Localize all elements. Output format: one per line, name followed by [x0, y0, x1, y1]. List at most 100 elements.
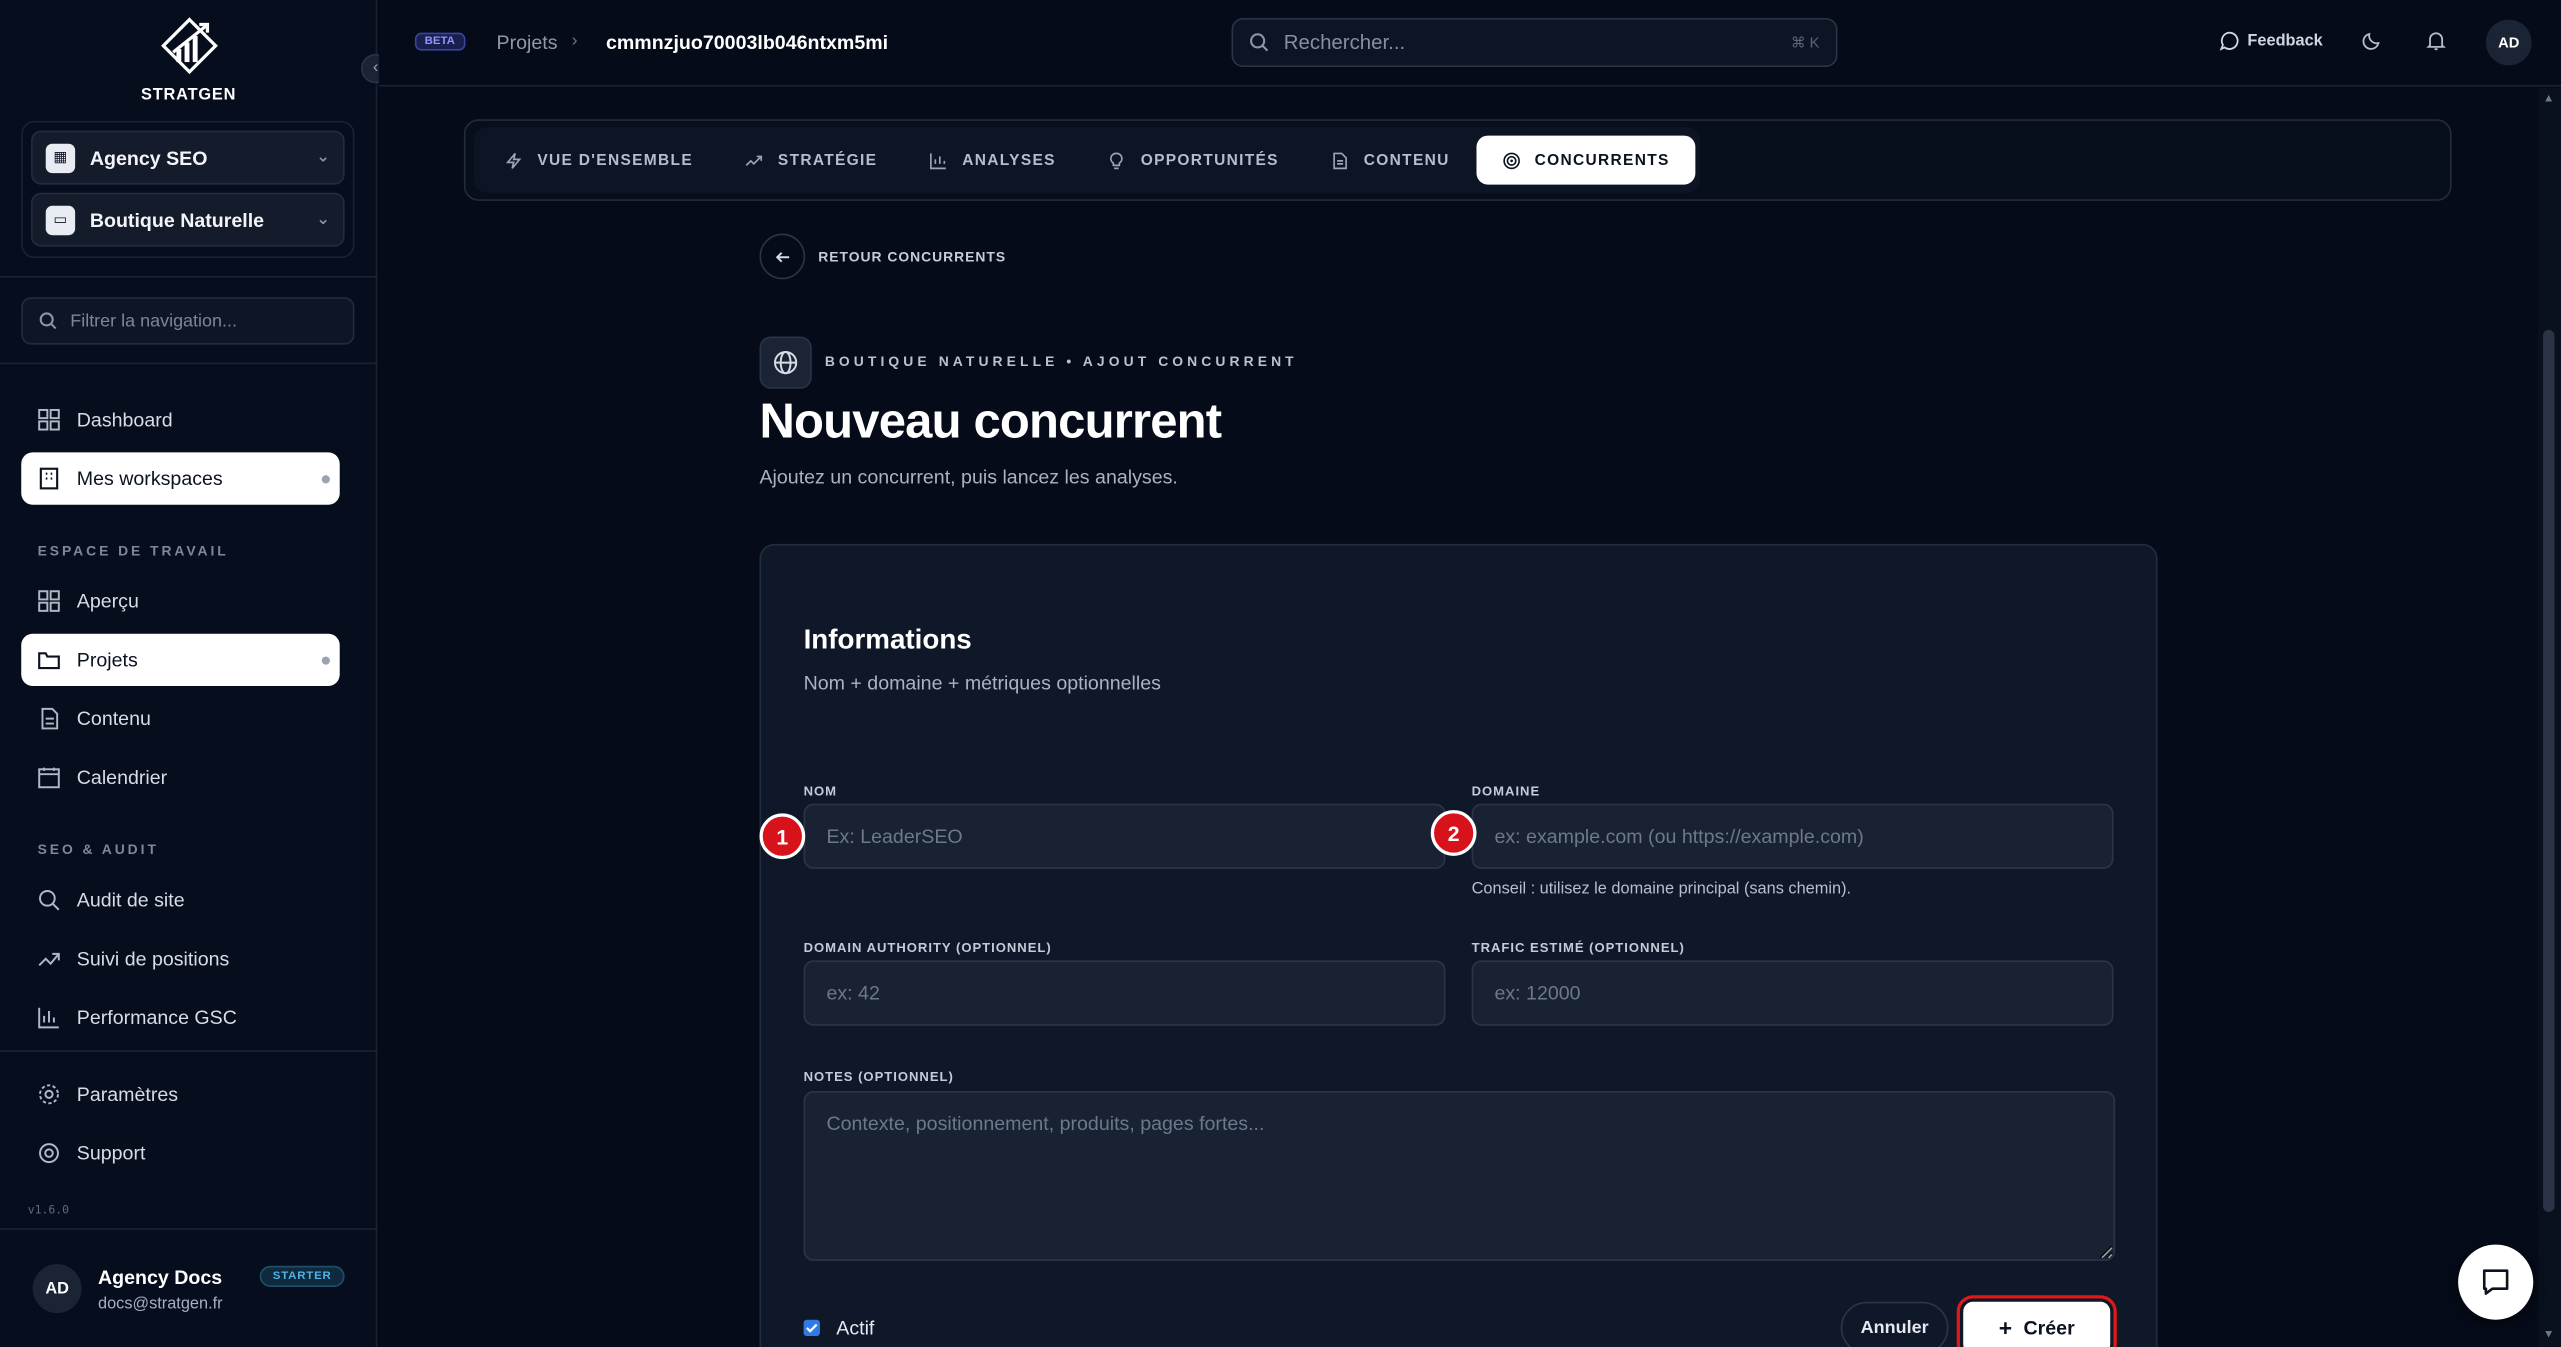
user-menu[interactable]: AD Agency Docs docs@stratgen.fr STARTER: [0, 1228, 378, 1347]
form-subtitle: Nom + domaine + métriques optionnelles: [803, 671, 1161, 695]
nav-contenu[interactable]: Contenu: [21, 693, 339, 745]
nav-mes-workspaces[interactable]: Mes workspaces: [21, 452, 340, 505]
stratgen-logo-icon: [160, 17, 218, 75]
building-icon: [39, 467, 59, 490]
nav-label: Projets: [76, 648, 138, 672]
building-icon: ▦: [45, 142, 76, 173]
feedback-button[interactable]: Feedback: [2219, 31, 2323, 51]
tab-label: OPPORTUNITÉS: [1140, 151, 1279, 170]
lightbulb-icon: [1110, 151, 1124, 169]
lightning-icon: [505, 152, 522, 169]
nav-apercu[interactable]: Aperçu: [21, 575, 339, 627]
project-tabs-bar: VUE D'ENSEMBLE STRATÉGIE ANALYSES OPPORT…: [463, 119, 2452, 201]
grid-icon: [38, 408, 60, 431]
active-checkbox[interactable]: Actif: [803, 1316, 874, 1339]
header-avatar[interactable]: AD: [2485, 19, 2532, 66]
nav-label: Support: [76, 1141, 146, 1165]
breadcrumb-projets[interactable]: Projets: [497, 31, 558, 54]
nav-parametres[interactable]: Paramètres: [21, 1068, 339, 1120]
tab-label: ANALYSES: [962, 151, 1056, 170]
cancel-button[interactable]: Annuler: [1840, 1301, 1949, 1347]
nav-dashboard[interactable]: Dashboard: [21, 394, 339, 446]
tab-label: VUE D'ENSEMBLE: [537, 151, 693, 170]
section-title-seo: SEO & AUDIT: [37, 841, 159, 858]
domain-label: DOMAINE: [1471, 783, 1541, 799]
agency-select[interactable]: ▦ Agency SEO ⌄: [31, 130, 345, 185]
chat-icon: [2482, 1269, 2509, 1295]
domain-authority-label: DOMAIN AUTHORITY (OPTIONNEL): [803, 940, 1052, 956]
project-name: Boutique Naturelle: [89, 208, 265, 232]
user-email: docs@stratgen.fr: [97, 1295, 223, 1314]
divider: [0, 1050, 378, 1052]
bar-chart-icon: [930, 152, 947, 169]
global-search[interactable]: Rechercher... ⌘ K: [1231, 17, 1838, 67]
nav-label: Aperçu: [76, 589, 139, 613]
back-to-competitors[interactable]: RETOUR CONCURRENTS: [759, 233, 1006, 280]
page-title: Nouveau concurrent: [759, 395, 1222, 450]
grid-icon: [38, 590, 60, 612]
feedback-label: Feedback: [2247, 31, 2323, 50]
user-name: Agency Docs: [97, 1265, 223, 1289]
chevron-down-icon: ⌄: [316, 210, 330, 229]
beta-badge: BETA: [414, 32, 465, 51]
nav-label: Mes workspaces: [76, 467, 223, 490]
globe-icon: [759, 336, 812, 389]
nav-projets[interactable]: Projets: [21, 633, 340, 686]
folder-icon: ▭: [45, 204, 76, 235]
lifebuoy-icon: [39, 1143, 59, 1164]
divider: [0, 362, 378, 365]
document-icon: [41, 707, 59, 730]
form-title: Informations: [803, 623, 972, 655]
divider: [0, 276, 378, 278]
tab-label: CONCURRENTS: [1534, 151, 1670, 170]
chat-launcher-button[interactable]: [2458, 1244, 2534, 1320]
project-select[interactable]: ▭ Boutique Naturelle ⌄: [31, 192, 345, 247]
scrollbar[interactable]: ▲ ▼: [2538, 88, 2561, 1347]
nav-performance-gsc[interactable]: Performance GSC: [21, 991, 339, 1043]
nav-label: Suivi de positions: [76, 947, 230, 971]
traffic-input[interactable]: [1471, 960, 2114, 1026]
bar-chart-icon: [38, 1007, 59, 1029]
active-indicator: [321, 656, 330, 665]
bell-icon[interactable]: [2425, 29, 2446, 52]
nav-filter-placeholder: Filtrer la navigation...: [70, 311, 238, 331]
logo[interactable]: STRATGEN: [0, 16, 377, 105]
search-placeholder: Rechercher...: [1283, 31, 1406, 54]
tab-opportunites[interactable]: OPPORTUNITÉS: [1082, 136, 1305, 185]
nav-suivi-de-positions[interactable]: Suivi de positions: [21, 933, 339, 985]
logo-text: STRATGEN: [141, 86, 237, 105]
nav-support[interactable]: Support: [21, 1127, 339, 1179]
search-icon: [39, 889, 60, 911]
name-input[interactable]: [803, 803, 1446, 869]
domain-authority-input[interactable]: [803, 960, 1446, 1026]
create-button[interactable]: + Créer: [1956, 1295, 2117, 1347]
document-icon: [1333, 151, 1347, 169]
tab-strategie[interactable]: STRATÉGIE: [719, 136, 903, 185]
scroll-up-icon[interactable]: ▲: [2543, 93, 2554, 104]
annotation-marker-1: 1: [759, 813, 806, 860]
tab-vue-ensemble[interactable]: VUE D'ENSEMBLE: [479, 136, 720, 185]
trend-icon: [38, 952, 60, 966]
app-version: v1.6.0: [27, 1203, 70, 1217]
chevron-down-icon: ⌄: [316, 148, 330, 167]
moon-icon[interactable]: [2362, 29, 2383, 50]
tab-contenu[interactable]: CONTENU: [1305, 136, 1476, 185]
nav-audit-de-site[interactable]: Audit de site: [21, 874, 339, 926]
nav-calendrier[interactable]: Calendrier: [21, 751, 339, 803]
scroll-thumb[interactable]: [2543, 329, 2555, 1212]
gear-icon: [39, 1084, 59, 1105]
folder-icon: [38, 652, 60, 670]
notes-label: NOTES (OPTIONNEL): [803, 1069, 954, 1085]
tab-analyses[interactable]: ANALYSES: [903, 136, 1081, 185]
target-icon: [1502, 151, 1520, 169]
search-icon: [39, 312, 57, 330]
create-label: Créer: [2023, 1316, 2075, 1340]
page-kicker: BOUTIQUE NATURELLE • AJOUT CONCURRENT: [824, 352, 1298, 370]
domain-input[interactable]: [1471, 803, 2114, 869]
competitor-form-card: Informations Nom + domaine + métriques o…: [759, 543, 2158, 1347]
nav-filter-input[interactable]: Filtrer la navigation...: [21, 297, 355, 345]
main-content: VUE D'ENSEMBLE STRATÉGIE ANALYSES OPPORT…: [378, 88, 2539, 1347]
tab-concurrents[interactable]: CONCURRENTS: [1475, 135, 1696, 185]
notes-textarea[interactable]: [803, 1091, 2116, 1261]
scroll-down-icon[interactable]: ▼: [2543, 1330, 2554, 1341]
